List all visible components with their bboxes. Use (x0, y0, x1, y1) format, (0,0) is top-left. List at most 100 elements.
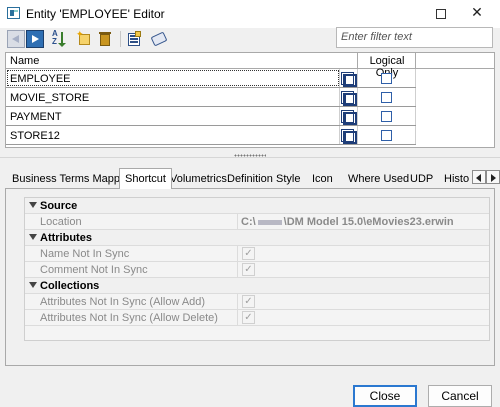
property-label: Attributes Not In Sync (Allow Delete) (40, 312, 218, 324)
new-icon[interactable]: ✦ (76, 30, 94, 48)
name-cell[interactable]: EMPLOYEE (6, 69, 340, 87)
logical-only-checkbox[interactable] (381, 92, 392, 103)
redacted-text (257, 219, 282, 225)
property-divider (237, 262, 238, 277)
properties-badge (135, 31, 141, 37)
location-suffix: \DM Model 15.0\eMovies23.erwin (283, 216, 454, 228)
tab-definition[interactable]: Definition (222, 170, 278, 188)
column-header-name[interactable]: Name (10, 55, 39, 67)
app-icon (7, 7, 20, 19)
edit-name-icon[interactable] (341, 72, 358, 87)
entity-grid: Name Logical Only EMPLOYEE MOVIE_STORE P… (5, 52, 495, 148)
property-label: Name Not In Sync (40, 248, 130, 260)
close-window-button[interactable]: ✕ (454, 0, 500, 28)
property-grid: Source Location C:\ \DM Model 15.0\eMovie… (24, 197, 490, 341)
property-row-name-not-in-sync: Name Not In Sync ✓ (25, 246, 489, 262)
property-divider (237, 310, 238, 325)
name-cell[interactable]: STORE12 (6, 126, 340, 144)
property-label: Comment Not In Sync (40, 264, 148, 276)
table-row[interactable]: EMPLOYEE (6, 69, 416, 88)
tab-history[interactable]: Histo (439, 170, 473, 188)
previous-icon[interactable] (7, 30, 25, 48)
property-divider (237, 214, 238, 229)
location-prefix: C:\ (241, 216, 256, 228)
column-divider (415, 69, 416, 87)
disabled-checkbox: ✓ (242, 263, 255, 276)
properties-icon[interactable] (126, 30, 144, 48)
disabled-checkbox: ✓ (242, 295, 255, 308)
property-label: Attributes Not In Sync (Allow Add) (40, 296, 206, 308)
sort-z-glyph: Z (52, 37, 57, 46)
table-row[interactable]: STORE12 (6, 126, 416, 145)
splitter-grip[interactable] (234, 154, 266, 157)
section-collections[interactable]: Collections (25, 278, 489, 294)
delete-icon[interactable] (96, 30, 114, 48)
property-label: Location (40, 216, 82, 228)
grid-header: Name Logical Only (6, 53, 494, 79)
tab-where-used[interactable]: Where Used (343, 170, 414, 188)
collapse-triangle-icon[interactable] (29, 282, 37, 288)
column-divider (357, 126, 358, 144)
table-row[interactable]: MOVIE_STORE (6, 88, 416, 107)
trash-can (100, 34, 110, 46)
sort-az-icon[interactable]: A Z (52, 30, 70, 48)
location-value: C:\ \DM Model 15.0\eMovies23.erwin (241, 216, 454, 228)
edit-name-icon[interactable] (341, 110, 358, 125)
section-attributes[interactable]: Attributes (25, 230, 489, 246)
collapse-triangle-icon[interactable] (29, 234, 37, 240)
column-divider (415, 53, 416, 69)
edit-name-icon[interactable] (341, 129, 358, 144)
section-header: Attributes (40, 232, 92, 244)
maximize-icon (436, 9, 446, 19)
logical-only-checkbox[interactable] (381, 73, 392, 84)
toolbar-separator (120, 31, 121, 47)
edit-name-icon[interactable] (341, 91, 358, 106)
tab-scroll-right-icon[interactable] (486, 170, 500, 184)
tab-scroll-left-icon[interactable] (472, 170, 486, 184)
collapse-triangle-icon[interactable] (29, 202, 37, 208)
tab-strip: Business Terms Mapping Shortcut Volumetr… (5, 168, 500, 189)
cancel-button[interactable]: Cancel (428, 385, 492, 407)
column-divider (357, 69, 358, 87)
disabled-checkbox: ✓ (242, 247, 255, 260)
tab-shortcut[interactable]: Shortcut (119, 168, 172, 189)
property-row-comment-not-in-sync: Comment Not In Sync ✓ (25, 262, 489, 278)
section-header: Collections (40, 280, 100, 292)
table-row[interactable]: PAYMENT (6, 107, 416, 126)
section-header: Source (40, 200, 78, 212)
logical-only-checkbox[interactable] (381, 111, 392, 122)
column-divider (357, 53, 358, 69)
logical-only-checkbox[interactable] (381, 130, 392, 141)
property-row-allow-add: Attributes Not In Sync (Allow Add) ✓ (25, 294, 489, 310)
name-cell[interactable]: MOVIE_STORE (6, 88, 340, 106)
tab-udp[interactable]: UDP (405, 170, 438, 188)
tab-icon[interactable]: Icon (307, 170, 338, 188)
splitter-line (0, 157, 500, 158)
column-divider (357, 107, 358, 125)
name-cell[interactable]: PAYMENT (6, 107, 340, 125)
filter-input[interactable]: Enter filter text (336, 27, 493, 48)
sort-arrow (58, 32, 66, 47)
next-icon[interactable] (26, 30, 44, 48)
row-name: EMPLOYEE (10, 73, 71, 85)
column-divider (415, 107, 416, 125)
disabled-checkbox: ✓ (242, 311, 255, 324)
column-divider (357, 88, 358, 106)
entity-editor-window: Entity 'EMPLOYEE' Editor ✕ A Z ✦ Enter f (0, 0, 500, 407)
tag-icon[interactable] (150, 30, 168, 48)
new-star-glyph: ✦ (76, 29, 84, 39)
tag-shape (150, 31, 168, 47)
row-name: PAYMENT (10, 111, 62, 123)
row-name: MOVIE_STORE (10, 92, 90, 104)
title-bar: Entity 'EMPLOYEE' Editor ✕ (0, 0, 500, 28)
tab-style[interactable]: Style (271, 170, 305, 188)
window-title: Entity 'EMPLOYEE' Editor (26, 7, 165, 21)
shortcut-panel: Source Location C:\ \DM Model 15.0\eMovie… (5, 188, 495, 366)
column-divider (415, 126, 416, 144)
row-name: STORE12 (10, 130, 60, 142)
property-row-location: Location C:\ \DM Model 15.0\eMovies23.erw… (25, 214, 489, 230)
close-button[interactable]: Close (353, 385, 417, 407)
column-divider (415, 88, 416, 106)
section-source[interactable]: Source (25, 198, 489, 214)
property-divider (237, 246, 238, 261)
